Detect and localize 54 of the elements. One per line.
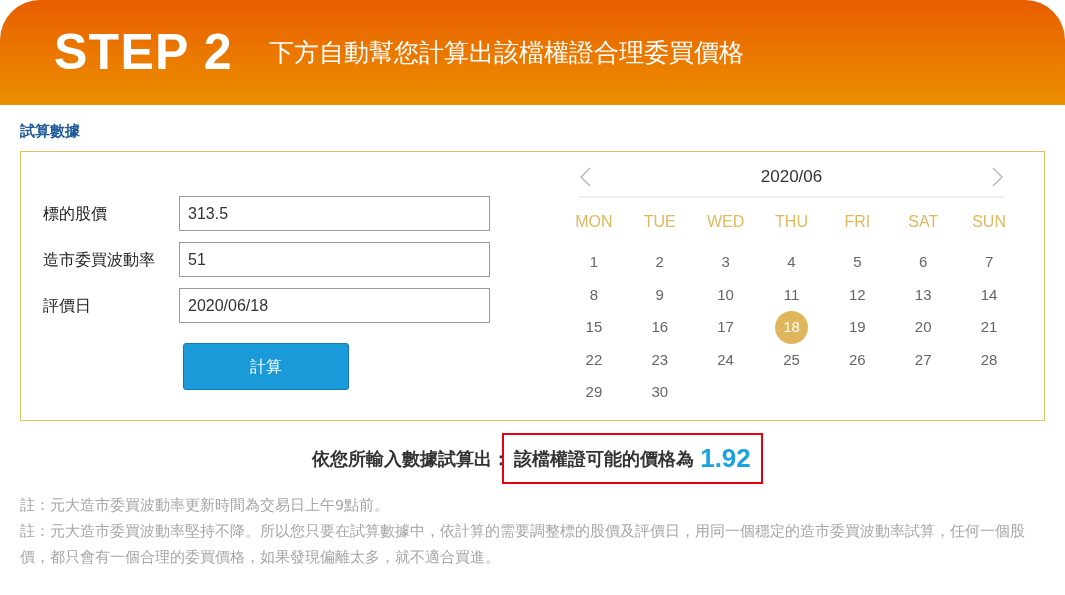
input-field[interactable]: 51 xyxy=(179,242,490,277)
previous-month-icon[interactable] xyxy=(579,167,591,187)
calendar-day[interactable]: 30 xyxy=(651,381,669,404)
calendar-day[interactable]: 15 xyxy=(585,316,603,339)
calendar-day[interactable]: 7 xyxy=(984,251,994,274)
calendar-day[interactable]: 2 xyxy=(655,251,664,274)
calculate-button[interactable]: 計算 xyxy=(183,343,349,390)
calendar-day[interactable]: 17 xyxy=(717,316,734,339)
calendar-day[interactable]: 23 xyxy=(651,348,669,371)
calendar-day[interactable]: 19 xyxy=(849,316,866,339)
step-heading: STEP 2 xyxy=(54,23,233,82)
weekday-label: MON xyxy=(575,212,613,232)
calendar-day[interactable]: 14 xyxy=(980,283,998,306)
calendar-day[interactable]: 5 xyxy=(853,251,862,274)
calendar-day[interactable]: 8 xyxy=(589,283,599,306)
calendar-day[interactable]: 28 xyxy=(980,348,998,371)
calendar-day[interactable]: 1 xyxy=(589,251,599,274)
field-label: 標的股價 xyxy=(43,202,108,225)
result-prefix: 依您所輸入數據試算出： xyxy=(312,447,511,471)
calendar-day[interactable]: 21 xyxy=(980,316,998,339)
calendar-day[interactable]: 4 xyxy=(787,251,796,274)
calendar-day[interactable]: 24 xyxy=(717,348,734,371)
calendar-day[interactable]: 20 xyxy=(914,316,932,339)
result-label: 該檔權證可能的價格為 xyxy=(514,447,695,471)
weekday-label: TUE xyxy=(643,212,676,232)
weekday-label: WED xyxy=(706,212,745,232)
input-field[interactable]: 313.5 xyxy=(179,196,490,231)
next-month-icon[interactable] xyxy=(992,167,1004,187)
calendar-day[interactable]: 9 xyxy=(655,283,664,306)
header-title: 下方自動幫您計算出該檔權證合理委買價格 xyxy=(268,36,744,69)
calendar-day[interactable]: 16 xyxy=(651,316,669,339)
calendar-day[interactable]: 12 xyxy=(849,283,866,306)
calendar-day[interactable]: 3 xyxy=(721,251,730,274)
calendar-day[interactable]: 29 xyxy=(585,381,603,404)
weekday-label: SUN xyxy=(972,212,1006,232)
note-text: 註：元大造市委買波動率更新時間為交易日上午9點前。 xyxy=(20,496,391,515)
calendar-day[interactable]: 10 xyxy=(717,283,734,306)
calendar-day[interactable]: 11 xyxy=(783,283,800,306)
weekday-label: SAT xyxy=(908,212,939,232)
note-text: 註：元大造市委買波動率堅持不降。所以您只要在試算數據中，依計算的需要調整標的股價及評價日，用同一個穩定的造市委買波動率試算，任何一個股價，都只會有一個合理的委買價格，如果發現偏離太多，就不適合買進。 xyxy=(20,522,1026,567)
input-field[interactable]: 2020/06/18 xyxy=(179,288,490,323)
calendar-day[interactable]: 26 xyxy=(849,348,866,371)
calendar-day[interactable]: 6 xyxy=(919,251,928,274)
price-value: 1.92 xyxy=(700,442,751,475)
weekday-label: THU xyxy=(775,212,808,232)
calendar-day[interactable]: 13 xyxy=(914,283,932,306)
month-title: 2020/06 xyxy=(760,166,823,189)
section-label: 試算數據 xyxy=(20,122,80,140)
weekday-label: FRI xyxy=(844,212,871,232)
field-label: 造市委買波動率 xyxy=(43,248,156,271)
calendar-day[interactable]: 25 xyxy=(783,348,800,371)
calendar-day[interactable]: 27 xyxy=(914,348,932,371)
calendar-day[interactable]: 22 xyxy=(585,348,603,371)
field-label: 評價日 xyxy=(43,294,92,317)
